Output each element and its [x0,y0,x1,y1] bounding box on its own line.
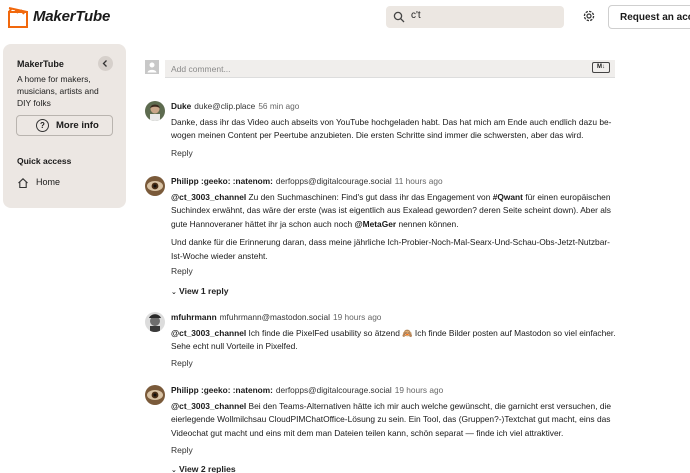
user-icon [147,62,157,73]
add-comment-placeholder: Add comment... [171,64,231,74]
reply-button[interactable]: Reply [171,148,193,158]
comment-paragraph: @ct_3003_channel Bei den Teams-Alternati… [171,400,617,440]
avatar-image [145,385,165,405]
reply-button[interactable]: Reply [171,266,193,276]
comment-line: Danke, dass ihr das Video auch abseits v… [171,117,612,127]
sidebar-item-label: Home [36,177,61,187]
avatar-image [145,101,165,121]
markdown-icon[interactable]: M↓ [592,62,610,73]
question-icon: ? [36,119,49,132]
comment-body: @ct_3003_channel Ich finde die PixelFed … [171,327,617,354]
comment-header: Duke duke@clip.place 56 min ago [171,101,299,111]
comment-author[interactable]: mfuhrmann [171,312,217,322]
comment-author[interactable]: Philipp :geeko: :natenom: [171,176,273,186]
comment-body: @ct_3003_channel Bei den Teams-Alternati… [171,400,617,440]
sidebar: MakerTube A home for makers, musicians, … [3,44,126,208]
more-info-button[interactable]: ? More info [16,115,113,136]
sidebar-item-home[interactable]: Home [16,175,114,191]
quick-access-heading: Quick access [17,156,72,166]
comment-handle[interactable]: derfopps@digitalcourage.social [276,176,392,186]
top-header: MakerTube c't Request an account [0,0,690,36]
sidebar-title: MakerTube [17,59,64,69]
comment-handle[interactable]: duke@clip.place [194,101,255,111]
comment-line: wogen meinen Content per Peertube anzubi… [171,130,584,141]
chevron-down-icon: ⌄ [171,467,177,473]
mention-link[interactable]: @ct_3003_channel [171,328,246,338]
comment-time[interactable]: 19 hours ago [395,385,443,395]
hashtag-link[interactable]: #Qwant [493,192,523,202]
makertube-logo-icon[interactable] [8,6,28,28]
comment-time[interactable]: 56 min ago [258,101,299,111]
view-replies-label: View 1 reply [179,286,229,296]
home-icon [18,178,28,189]
comment-body: Danke, dass ihr das Video auch abseits v… [171,116,617,143]
sidebar-description: A home for makers, musicians, artists an… [17,74,99,108]
comment-header: mfuhrmann mfuhrmann@mastodon.social 19 hou… [171,312,381,322]
more-info-label: More info [56,120,99,131]
comment-thread: Philipp :geeko: :natenom: derfopps@digita… [145,176,615,301]
current-user-avatar [145,60,159,74]
comment-text: nennen können. [396,218,459,229]
mention-link[interactable]: @MetaGer [354,219,396,229]
comment-header: Philipp :geeko: :natenom: derfopps@digita… [171,176,443,186]
comment-paragraph: @ct_3003_channel Zu den Suchmaschinen: F… [171,191,617,231]
comment-thread: mfuhrmann mfuhrmann@mastodon.social 19 hou… [145,312,617,372]
view-replies-button[interactable]: ⌄ View 2 replies [171,464,236,473]
reply-button[interactable]: Reply [171,445,193,455]
comment-header: Philipp :geeko: :natenom: derfopps@digita… [171,385,443,395]
avatar-image [145,176,165,196]
avatar[interactable] [145,101,165,121]
search-icon [393,11,405,23]
comment-handle[interactable]: mfuhrmann@mastodon.social [220,312,330,322]
search-input[interactable]: c't [386,6,564,28]
comment-time[interactable]: 19 hours ago [333,312,381,322]
mention-link[interactable]: @ct_3003_channel [171,401,246,411]
brand-name[interactable]: MakerTube [33,8,110,25]
avatar[interactable] [145,176,165,196]
avatar[interactable] [145,385,165,405]
comment-thread: Duke duke@clip.place 56 min ago Danke, das… [145,101,615,161]
mention-link[interactable]: @ct_3003_channel [171,192,246,202]
comment-body: @ct_3003_channel Zu den Suchmaschinen: F… [171,191,617,263]
gear-icon[interactable] [582,9,596,23]
comment-paragraph: @ct_3003_channel Ich finde die PixelFed … [171,327,617,354]
collapse-sidebar-button[interactable] [98,56,113,71]
comment-text: Zu den Suchmaschinen: Find's gut dass ih… [246,192,493,202]
avatar-image [145,312,165,332]
view-replies-label: View 2 replies [179,464,236,473]
comment-time[interactable]: 11 hours ago [395,176,443,186]
chevron-down-icon: ⌄ [171,289,177,296]
comment-thread: Philipp :geeko: :natenom: derfopps@digita… [145,385,615,473]
comment-handle[interactable]: derfopps@digitalcourage.social [276,385,392,395]
request-account-button[interactable]: Request an account [608,5,690,29]
avatar[interactable] [145,312,165,332]
reply-button[interactable]: Reply [171,358,193,368]
chevron-left-icon [102,60,107,67]
comment-paragraph: Und danke für die Erinnerung daran, dass… [171,237,610,261]
add-comment-input[interactable]: Add comment... M↓ [165,60,615,78]
search-value: c't [411,10,421,21]
comment-author[interactable]: Duke [171,101,191,111]
view-replies-button[interactable]: ⌄ View 1 reply [171,286,229,296]
comment-author[interactable]: Philipp :geeko: :natenom: [171,385,273,395]
